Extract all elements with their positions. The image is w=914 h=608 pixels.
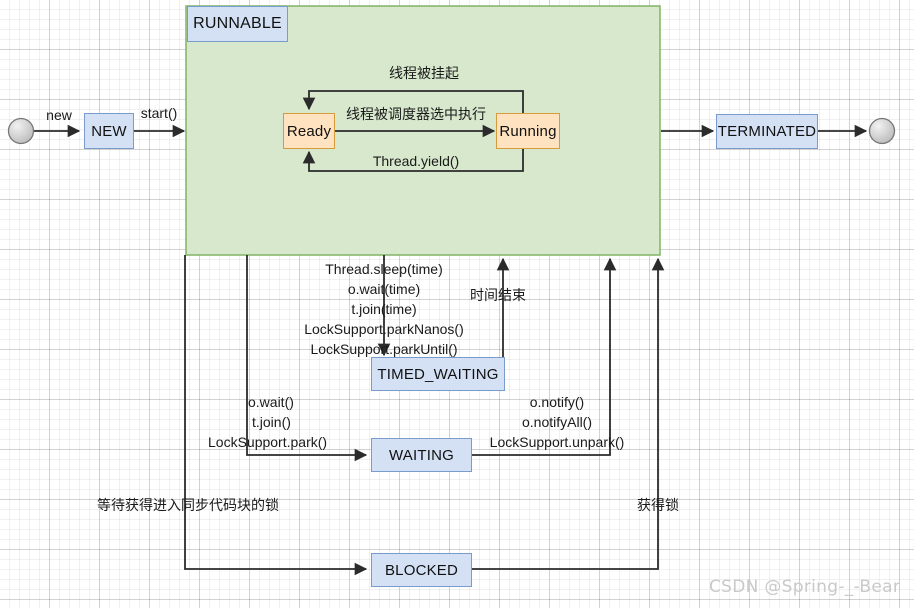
- edge-label-start-call-text: start(): [140, 105, 178, 121]
- edge-label-lock-acquired-text: 获得锁: [637, 498, 679, 514]
- edge-label-time-elapsed-text: 时间结束: [470, 288, 526, 304]
- edge-label-to-timed-waiting: Thread.sleep(time) o.wait(time) t.join(t…: [304, 259, 464, 359]
- edge-label-to-waiting: o.wait() t.join() LockSupport.park(): [208, 392, 327, 452]
- state-node-blocked[interactable]: BLOCKED: [371, 553, 472, 587]
- state-node-running[interactable]: Running: [496, 113, 560, 149]
- edge-label-to-waiting-line-1: o.wait(): [248, 394, 294, 410]
- start-circle: [7, 117, 35, 145]
- state-node-ready[interactable]: Ready: [283, 113, 335, 149]
- edge-label-thread-yield: Thread.yield(): [373, 151, 459, 171]
- edge-label-from-waiting-line-1: o.notify(): [529, 394, 585, 410]
- state-node-terminated[interactable]: TERMINATED: [716, 114, 818, 149]
- state-node-waiting[interactable]: WAITING: [371, 438, 472, 472]
- edge-label-to-waiting-line-2: t.join(): [252, 414, 291, 430]
- end-circle: [868, 117, 896, 145]
- state-node-waiting-label: WAITING: [388, 446, 454, 464]
- group-label-runnable[interactable]: RUNNABLE: [187, 6, 288, 42]
- edge-label-from-waiting-line-3: LockSupport.unpark(): [489, 434, 625, 450]
- edge-label-scheduler-selected-text: 线程被调度器选中执行: [346, 107, 486, 123]
- state-node-timed-waiting-label: TIMED_WAITING: [377, 365, 499, 383]
- edge-label-lock-acquired: 获得锁: [637, 496, 679, 516]
- state-node-new[interactable]: NEW: [84, 113, 134, 149]
- edge-label-to-timed-waiting-line-5: LockSupport.parkUntil(): [310, 341, 458, 357]
- edge-label-start-call: start(): [141, 103, 178, 123]
- state-node-running-label: Running: [499, 122, 557, 140]
- edge-label-to-timed-waiting-line-3: t.join(time): [351, 301, 417, 317]
- group-label-text: RUNNABLE: [193, 15, 282, 32]
- edge-label-thread-suspended-text: 线程被挂起: [389, 66, 459, 82]
- edge-label-time-elapsed: 时间结束: [470, 286, 526, 306]
- edge-label-from-waiting-line-2: o.notifyAll(): [521, 414, 593, 430]
- edge-label-to-timed-waiting-line-2: o.wait(time): [347, 281, 421, 297]
- state-node-new-label: NEW: [91, 122, 127, 140]
- state-node-ready-label: Ready: [286, 122, 332, 140]
- state-node-terminated-label: TERMINATED: [717, 123, 817, 140]
- edge-label-from-waiting: o.notify() o.notifyAll() LockSupport.unp…: [490, 392, 625, 452]
- edge-label-waiting-for-lock: 等待获得进入同步代码块的锁: [97, 496, 279, 516]
- edge-label-to-timed-waiting-line-1: Thread.sleep(time): [325, 261, 443, 277]
- watermark-text: CSDN @Spring-_-Bear: [709, 577, 901, 597]
- edge-label-thread-yield-text: Thread.yield(): [372, 153, 460, 169]
- state-node-timed-waiting[interactable]: TIMED_WAITING: [371, 357, 505, 391]
- edge-label-thread-suspended: 线程被挂起: [389, 64, 459, 84]
- edge-label-new-text: new: [46, 107, 72, 123]
- edge-label-new: new: [46, 105, 72, 125]
- state-node-blocked-label: BLOCKED: [384, 561, 459, 579]
- edge-label-waiting-for-lock-text: 等待获得进入同步代码块的锁: [97, 498, 279, 514]
- edge-label-scheduler-selected: 线程被调度器选中执行: [346, 105, 486, 125]
- diagram-canvas: RUNNABLE NEW Ready Running TERMINATED TI…: [0, 0, 914, 608]
- watermark: CSDN @Spring-_-Bear: [709, 577, 900, 597]
- edge-label-to-waiting-line-3: LockSupport.park(): [208, 434, 328, 450]
- edge-label-to-timed-waiting-line-4: LockSupport.parkNanos(): [304, 321, 464, 337]
